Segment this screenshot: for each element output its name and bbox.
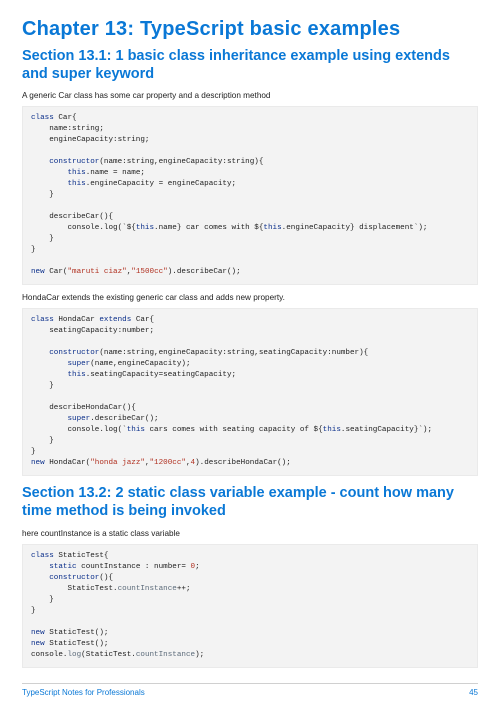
kw-class: class	[31, 552, 54, 560]
call-log: log	[67, 651, 81, 659]
t: name:string;	[31, 125, 104, 133]
section-13-2-intro: here countInstance is a static class var…	[22, 529, 478, 538]
kw-static: static	[31, 563, 77, 571]
footer-left: TypeScript Notes for Professionals	[22, 688, 145, 697]
t: Car{	[54, 114, 77, 122]
t: HondaCar	[54, 316, 100, 324]
section-heading-13-2: Section 13.2: 2 static class variable ex…	[22, 484, 478, 520]
t: StaticTest{	[54, 552, 109, 560]
prop-countInstance: countInstance	[118, 585, 177, 593]
kw-super: super	[31, 360, 90, 368]
kw-new: new	[31, 459, 45, 467]
code-block-car: class Car{ name:string; engineCapacity:s…	[22, 106, 478, 285]
t: ++;	[177, 585, 191, 593]
t: Car(	[45, 268, 68, 276]
section-13-1-between: HondaCar extends the existing generic ca…	[22, 293, 478, 302]
t: }	[31, 235, 54, 243]
footer-page-number: 45	[469, 688, 478, 697]
kw-constructor: constructor	[31, 158, 99, 166]
t: HondaCar(	[45, 459, 91, 467]
str: "1200cc"	[150, 459, 186, 467]
t: seatingCapacity:number;	[31, 327, 154, 335]
t: }	[31, 437, 54, 445]
kw-this: this	[31, 180, 86, 188]
t: }	[31, 191, 54, 199]
t: .engineCapacity} displacement`);	[282, 224, 428, 232]
t: ).describeCar();	[168, 268, 241, 276]
t: StaticTest();	[45, 640, 109, 648]
t: Car{	[131, 316, 154, 324]
code-block-static: class StaticTest{ static countInstance :…	[22, 544, 478, 668]
t: ).describeHondaCar();	[195, 459, 291, 467]
prop-countInstance: countInstance	[136, 651, 195, 659]
str: "maruti ciaz"	[67, 268, 126, 276]
t: (StaticTest.	[81, 651, 136, 659]
t: engineCapacity:string;	[31, 136, 149, 144]
section-heading-13-1: Section 13.1: 1 basic class inheritance …	[22, 47, 478, 83]
str: "honda jazz"	[90, 459, 145, 467]
code-block-honda: class HondaCar extends Car{ seatingCapac…	[22, 308, 478, 476]
t: ;	[195, 563, 200, 571]
t: (name:string,engineCapacity:string,seati…	[99, 349, 368, 357]
t: countInstance : number=	[77, 563, 191, 571]
t: console.log(`${	[31, 224, 136, 232]
section-13-1-intro: A generic Car class has some car propert…	[22, 91, 478, 100]
kw-new: new	[31, 268, 45, 276]
kw-extends: extends	[99, 316, 131, 324]
chapter-title: Chapter 13: TypeScript basic examples	[22, 18, 478, 41]
t: (){	[99, 574, 113, 582]
t: describeCar(){	[31, 213, 113, 221]
t: console.	[31, 651, 67, 659]
t: .name = name;	[86, 169, 145, 177]
t: }	[31, 246, 36, 254]
kw-this: this	[127, 426, 145, 434]
kw-class: class	[31, 316, 54, 324]
t: }	[31, 448, 36, 456]
t: }	[31, 596, 54, 604]
kw-this: this	[136, 224, 154, 232]
kw-constructor: constructor	[31, 349, 99, 357]
t: );	[195, 651, 204, 659]
t: .seatingCapacity=seatingCapacity;	[86, 371, 236, 379]
t: (name:string,engineCapacity:string){	[99, 158, 263, 166]
t: .seatingCapacity}`);	[341, 426, 432, 434]
t: }	[31, 607, 36, 615]
t: StaticTest();	[45, 629, 109, 637]
kw-this: this	[323, 426, 341, 434]
kw-this: this	[31, 169, 86, 177]
page-footer: TypeScript Notes for Professionals 45	[22, 683, 478, 697]
kw-this: this	[31, 371, 86, 379]
kw-constructor: constructor	[31, 574, 99, 582]
kw-this: this	[263, 224, 281, 232]
t: }	[31, 382, 54, 390]
t: .engineCapacity = engineCapacity;	[86, 180, 236, 188]
kw-new: new	[31, 640, 45, 648]
kw-super: super	[31, 415, 90, 423]
t: (name,engineCapacity);	[90, 360, 190, 368]
t: StaticTest.	[31, 585, 118, 593]
t: .describeCar();	[90, 415, 158, 423]
str: "1500cc"	[131, 268, 167, 276]
t: .name} car comes with ${	[154, 224, 263, 232]
kw-new: new	[31, 629, 45, 637]
kw-class: class	[31, 114, 54, 122]
t: describeHondaCar(){	[31, 404, 136, 412]
t: console.log(`	[31, 426, 127, 434]
t: cars comes with seating capacity of ${	[145, 426, 323, 434]
